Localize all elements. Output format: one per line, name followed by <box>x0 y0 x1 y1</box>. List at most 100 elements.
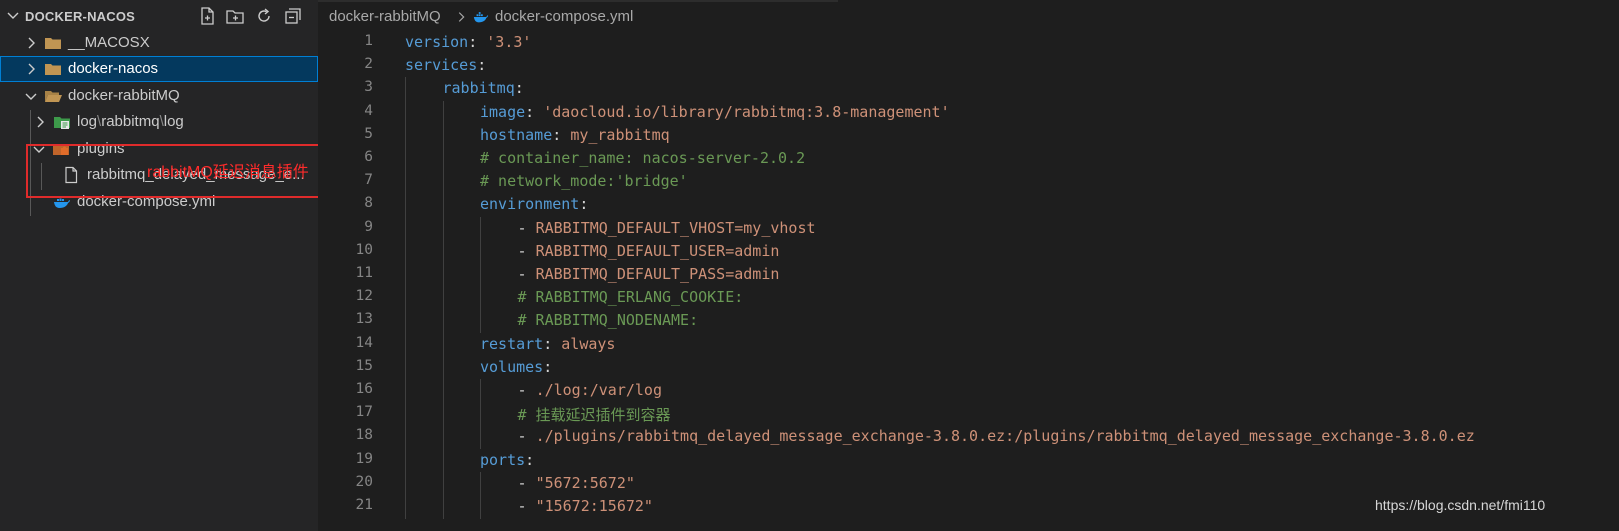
code-token: RABBITMQ_DEFAULT_PASS=admin <box>535 265 780 283</box>
tree-item-macosx[interactable]: __MACOSX <box>0 30 318 56</box>
breadcrumb-file[interactable]: docker-compose.yml <box>495 8 633 25</box>
explorer-sidebar: DOCKER-NACOS __MACOSX docker-nacos docke… <box>0 0 351 531</box>
code-line[interactable]: 11 - RABBITMQ_DEFAULT_PASS=admin <box>318 263 1619 287</box>
tree-item-log[interactable]: log\rabbitmq\log <box>0 109 318 135</box>
tree-item-label: __MACOSX <box>68 34 150 51</box>
code-token: : <box>552 125 571 144</box>
indent-guide <box>405 286 406 311</box>
indent-guide <box>405 402 406 427</box>
line-number: 6 <box>364 149 373 165</box>
code-token: ./log:/var/log <box>535 381 662 399</box>
explorer-header[interactable]: DOCKER-NACOS <box>0 0 318 34</box>
code-text: # RABBITMQ_ERLANG_COOKIE: <box>518 288 744 306</box>
indent-guide <box>442 170 444 195</box>
chevron-down-icon[interactable] <box>5 7 21 23</box>
code-line[interactable]: 14 restart: always <box>318 332 1619 357</box>
indent-guide <box>480 263 481 287</box>
indent-guide <box>405 170 406 195</box>
line-number: 1 <box>364 33 373 49</box>
code-line[interactable]: 5 hostname: my_rabbitmq <box>318 123 1619 148</box>
code-line[interactable]: 4 image: 'daocloud.io/library/rabbitmq:3.… <box>318 100 1619 125</box>
code-line[interactable]: 18 - ./plugins/rabbitmq_delayed_message_e… <box>318 425 1619 450</box>
code-token: - <box>517 427 536 446</box>
code-line[interactable]: 13 # RABBITMQ_NODENAME: <box>318 309 1619 334</box>
indent-guide <box>405 425 406 450</box>
indent-guide <box>480 216 481 241</box>
indent-guide <box>405 379 406 403</box>
code-line[interactable]: 10 - RABBITMQ_DEFAULT_USER=admin <box>318 239 1619 264</box>
code-token: "5672:5672" <box>535 473 635 492</box>
code-line[interactable]: 6 # container_name: nacos-server-2.0.2 <box>318 147 1619 171</box>
code-line[interactable]: 20 - "5672:5672" <box>318 471 1619 496</box>
indent-guide <box>442 495 444 519</box>
code-text: - "5672:5672" <box>518 474 635 492</box>
code-text: # 挂载延迟插件到容器 <box>518 404 671 425</box>
code-text: - ./log:/var/log <box>518 381 663 399</box>
code-token: ports <box>480 450 526 469</box>
code-line[interactable]: 12 # RABBITMQ_ERLANG_COOKIE: <box>318 286 1619 311</box>
line-number: 4 <box>364 102 373 119</box>
refresh-icon[interactable] <box>254 6 274 26</box>
code-line[interactable]: 17 # 挂载延迟插件到容器 <box>318 402 1619 427</box>
folder-icon <box>45 64 61 75</box>
code-line[interactable]: 2 services: <box>318 54 1619 78</box>
code-text: environment: <box>480 195 588 213</box>
tree-item-label: log\rabbitmq\log <box>77 113 184 130</box>
breadcrumb-chevron-icon <box>458 12 465 22</box>
line-number: 3 <box>364 79 373 96</box>
indent-guide <box>480 379 481 403</box>
indent-guide <box>442 332 444 357</box>
code-token: environment <box>480 195 580 214</box>
code-line[interactable]: 9 - RABBITMQ_DEFAULT_VHOST=my_vhost <box>318 216 1619 241</box>
code-token: "15672:15672" <box>535 497 653 515</box>
tree-item-docker-rabbitmq[interactable]: docker-rabbitMQ <box>0 83 318 109</box>
line-number: 9 <box>364 218 373 235</box>
line-number: 2 <box>364 56 373 73</box>
code-text: ports: <box>480 451 534 469</box>
log-folder-icon <box>54 117 70 129</box>
code-token: : <box>477 56 487 75</box>
indent-guide <box>442 309 444 334</box>
code-line[interactable]: 7 # network_mode:'bridge' <box>318 170 1619 195</box>
indent-guide <box>480 286 481 311</box>
new-file-icon[interactable] <box>197 6 217 26</box>
line-number: 13 <box>355 311 373 328</box>
indent-guide <box>405 309 406 334</box>
collapse-all-icon[interactable] <box>283 6 303 26</box>
indent-guide <box>405 77 406 102</box>
code-line[interactable]: 16 - ./log:/var/log <box>318 379 1619 403</box>
code-token: - <box>517 497 536 515</box>
folder-open-icon <box>45 91 62 102</box>
line-number: 18 <box>355 427 373 444</box>
indent-guide <box>442 239 444 264</box>
code-line[interactable]: 19 ports: <box>318 448 1619 473</box>
indent-guide <box>442 216 444 241</box>
breadcrumb-folder[interactable]: docker-rabbitMQ <box>329 8 441 25</box>
indent-guide <box>405 355 406 380</box>
code-editor[interactable]: docker-rabbitMQ docker-compose.yml 1 vers… <box>318 0 1619 531</box>
code-line[interactable]: 15 volumes: <box>318 355 1619 380</box>
tree-item-label: docker-nacos <box>68 60 159 77</box>
watermark-text: https://blog.csdn.net/fmi110 <box>1375 497 1546 513</box>
code-token: : <box>525 102 544 121</box>
chevron-right-icon <box>28 63 35 75</box>
indent-guide <box>442 123 444 148</box>
indent-guide <box>442 286 444 311</box>
breadcrumb: docker-rabbitMQ docker-compose.yml <box>318 0 1619 32</box>
tree-item-label: docker-rabbitMQ <box>68 87 180 104</box>
code-text: - RABBITMQ_DEFAULT_VHOST=my_vhost <box>518 219 816 237</box>
line-number: 12 <box>355 288 373 305</box>
tree-item-docker-nacos[interactable]: docker-nacos <box>0 56 318 82</box>
code-line[interactable]: 1 version: '3.3' <box>318 31 1619 55</box>
explorer-title: DOCKER-NACOS <box>25 9 136 24</box>
new-folder-icon[interactable] <box>225 6 245 26</box>
code-line[interactable]: 3 rabbitmq: <box>318 77 1619 102</box>
code-token: # RABBITMQ_ERLANG_COOKIE: <box>517 288 744 307</box>
code-text: - ./plugins/rabbitmq_delayed_message_exc… <box>518 427 1475 445</box>
indent-guide <box>442 402 444 427</box>
code-token: : <box>468 33 487 51</box>
code-line[interactable]: 8 environment: <box>318 193 1619 218</box>
line-number: 5 <box>364 125 373 142</box>
code-text: # network_mode:'bridge' <box>480 172 688 190</box>
code-text: rabbitmq: <box>443 79 524 97</box>
